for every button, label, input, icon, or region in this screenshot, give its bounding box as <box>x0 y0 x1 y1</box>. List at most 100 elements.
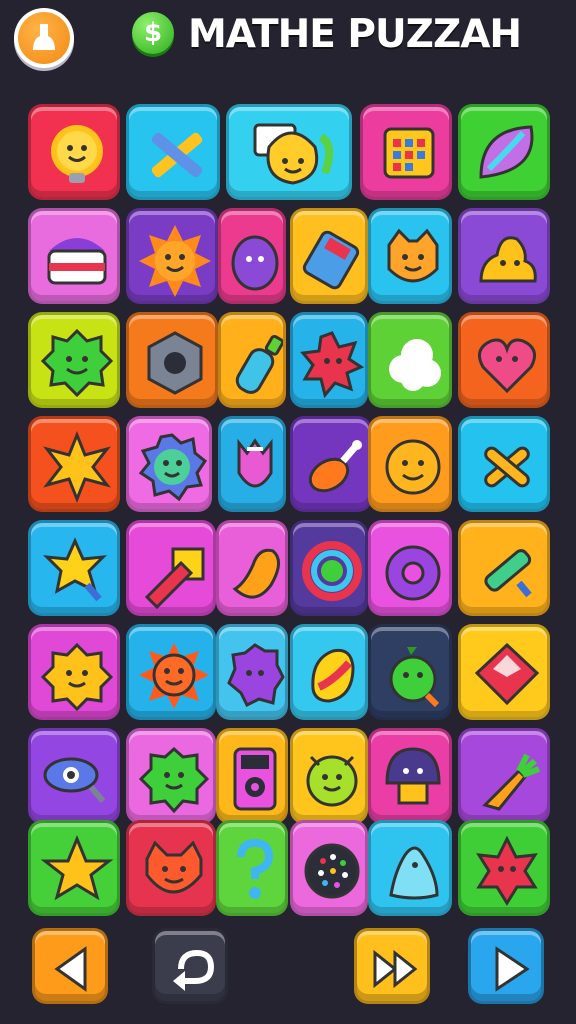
tile-candy[interactable] <box>290 624 368 720</box>
question-mark-icon <box>237 838 274 899</box>
tile-yellow-flower[interactable] <box>28 624 120 720</box>
bottle-icon <box>235 334 283 394</box>
coin-icon[interactable]: $ <box>132 12 174 54</box>
tile-bean[interactable] <box>216 520 288 616</box>
tile-heart-face[interactable] <box>458 312 550 408</box>
purple-donut-icon <box>385 545 441 601</box>
calendar-grid-icon <box>383 127 435 179</box>
undo-button[interactable] <box>152 928 228 1004</box>
tile-crossed-tools[interactable] <box>126 104 220 200</box>
candy-icon <box>311 648 355 703</box>
tile-hex-nut[interactable] <box>126 312 218 408</box>
tile-dot-ball[interactable] <box>290 820 368 916</box>
tile-green-pepper[interactable] <box>368 624 452 720</box>
yellow-flower-face-icon <box>40 642 114 712</box>
tile-purple-donut[interactable] <box>368 520 452 616</box>
red-star-face-icon <box>476 835 538 906</box>
white-cloud-icon <box>389 339 441 391</box>
green-monster-icon <box>40 328 114 398</box>
tile-phone[interactable] <box>216 728 288 824</box>
tile-egg-face[interactable] <box>218 208 286 304</box>
battery-icon <box>302 230 360 290</box>
tile-spiky-ball[interactable] <box>290 312 368 408</box>
tile-yellow-star[interactable] <box>28 820 120 916</box>
tile-red-sun[interactable] <box>126 624 216 720</box>
board-row-4 <box>28 416 552 512</box>
play-button[interactable] <box>468 928 544 1004</box>
tile-cake[interactable] <box>28 208 120 304</box>
hex-nut-icon <box>147 331 203 395</box>
undo-icon <box>173 949 215 991</box>
puzzle-board <box>28 104 552 916</box>
carrot-icon <box>482 753 541 811</box>
tile-mushroom[interactable] <box>368 728 452 824</box>
profile-button[interactable] <box>14 8 74 68</box>
smiling-sun-bulb-icon <box>51 125 103 183</box>
tile-carrot[interactable] <box>458 728 550 824</box>
tile-smiling-blob-frame[interactable] <box>226 104 352 200</box>
orange-cat-face-icon <box>387 228 439 283</box>
tile-drumstick[interactable] <box>290 416 372 512</box>
green-slime-face-icon <box>138 746 210 814</box>
tile-pen-drone[interactable] <box>458 520 550 616</box>
tile-green-monster[interactable] <box>28 312 120 408</box>
phone-icon <box>233 747 277 811</box>
tile-sun-bulb[interactable] <box>28 104 120 200</box>
tile-sun-face[interactable] <box>126 208 218 304</box>
drumstick-icon <box>308 440 362 493</box>
smiley-face-icon <box>385 439 441 495</box>
red-sun-face-icon <box>139 643 209 709</box>
back-button[interactable] <box>32 928 108 1004</box>
tile-gold-star[interactable] <box>28 416 120 512</box>
pink-spiky-ball-icon <box>300 331 365 399</box>
tile-cat-face[interactable] <box>368 208 452 304</box>
gold-star-icon <box>43 430 111 504</box>
tile-lemon-face[interactable] <box>290 728 368 824</box>
tile-rainbow-ring[interactable] <box>290 520 368 616</box>
purple-egg-face-icon <box>231 235 279 291</box>
tile-red-star-face[interactable] <box>458 820 550 916</box>
tile-leaf[interactable] <box>458 104 550 200</box>
fast-forward-icon <box>373 949 418 989</box>
tile-red-gem[interactable] <box>458 624 550 720</box>
tile-question[interactable] <box>216 820 288 916</box>
play-icon <box>495 946 530 992</box>
person-icon <box>18 12 70 64</box>
tile-smiley[interactable] <box>368 416 452 512</box>
tile-battery[interactable] <box>290 208 368 304</box>
tile-magnifier[interactable] <box>28 728 120 824</box>
tile-purple-blob[interactable] <box>216 624 288 720</box>
left-arrow-icon <box>54 946 87 992</box>
yellow-star-icon <box>40 835 114 901</box>
crossed-pencil-tools-icon <box>151 132 203 178</box>
tile-star-wand[interactable] <box>28 520 120 616</box>
tile-cloud[interactable] <box>368 312 452 408</box>
tile-bottle[interactable] <box>218 312 286 408</box>
board-row-6 <box>28 624 552 720</box>
tile-green-slime[interactable] <box>126 728 216 824</box>
board-row-1 <box>28 104 552 200</box>
red-gem-icon <box>474 642 540 706</box>
pen-drone-icon <box>484 549 532 598</box>
tile-tulip[interactable] <box>218 416 286 512</box>
red-cat-face-icon <box>145 840 203 894</box>
tile-jelly-blob[interactable] <box>458 208 550 304</box>
purple-leaf-icon <box>479 125 534 179</box>
star-wand-icon <box>42 537 108 602</box>
tile-calendar[interactable] <box>360 104 452 200</box>
tile-rocket[interactable] <box>126 520 216 616</box>
smiling-blob-icon <box>253 123 334 185</box>
board-row-2 <box>28 208 552 304</box>
fast-forward-button[interactable] <box>354 928 430 1004</box>
orange-bean-icon <box>232 548 280 599</box>
blue-ghost-icon <box>389 846 439 900</box>
smiling-gear-icon <box>138 433 208 502</box>
dotted-ball-icon <box>304 843 360 899</box>
board-row-3 <box>28 312 552 408</box>
tile-crossed-bones[interactable] <box>458 416 550 512</box>
tile-blue-gear-face[interactable] <box>126 416 212 512</box>
tulip-icon <box>237 438 273 488</box>
tile-ghost[interactable] <box>368 820 452 916</box>
tile-red-cat[interactable] <box>126 820 216 916</box>
crossed-bones-icon <box>484 446 530 488</box>
